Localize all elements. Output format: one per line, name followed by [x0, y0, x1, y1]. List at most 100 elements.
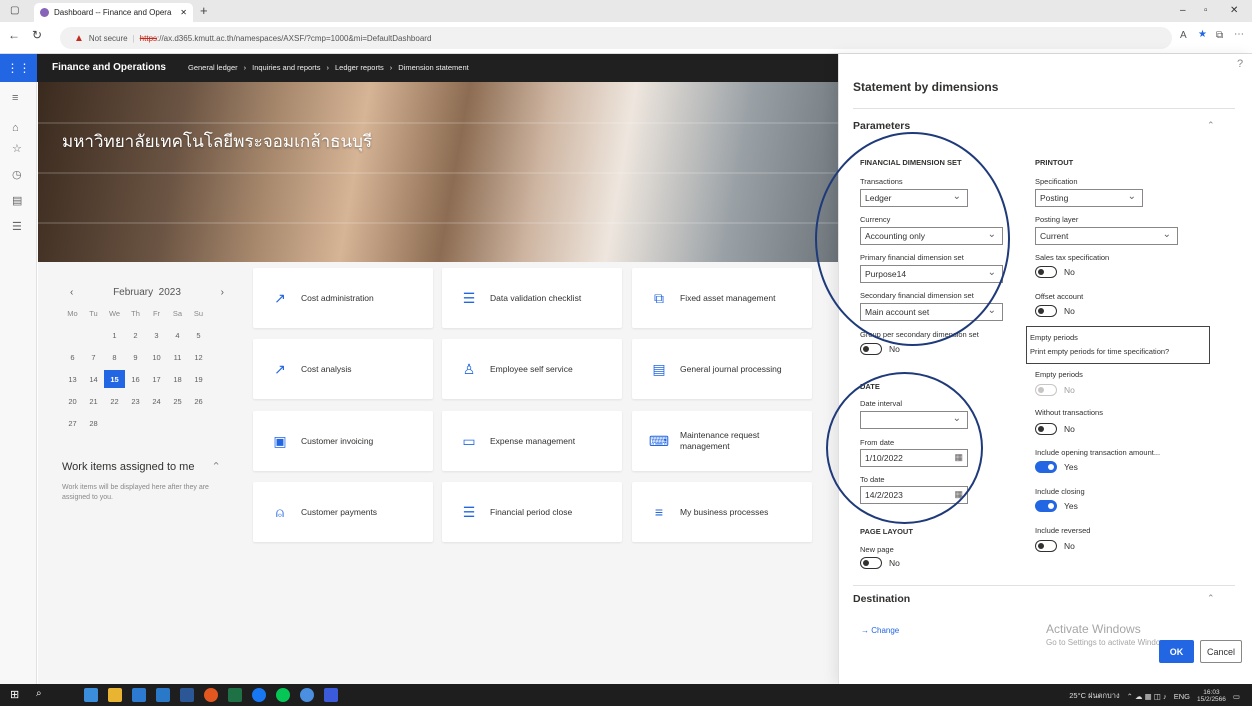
calendar-day[interactable]: 22 [104, 392, 125, 410]
read-aloud-icon[interactable]: A [1180, 30, 1187, 41]
calendar-day[interactable]: 25 [167, 392, 188, 410]
collections-icon[interactable]: ⧉ [1216, 30, 1223, 41]
tile[interactable]: ⍝ Customer payments [253, 482, 433, 542]
tile[interactable]: ☰ Financial period close [442, 482, 622, 542]
new-page-toggle[interactable]: No [860, 557, 900, 569]
mail-icon[interactable] [156, 688, 170, 702]
chevron-up-icon[interactable]: ⌃ [1207, 593, 1215, 604]
tile[interactable]: ≡ My business processes [632, 482, 812, 542]
calendar-day[interactable]: 26 [188, 392, 209, 410]
breadcrumb-item[interactable]: Dimension statement [398, 63, 468, 72]
from-date-input[interactable]: 1/10/2022 ▦ [860, 449, 968, 467]
transactions-select[interactable]: Ledger ⌄ [860, 189, 968, 207]
calendar-day[interactable]: 17 [146, 370, 167, 388]
tile[interactable]: ⧉ Fixed asset management [632, 268, 812, 328]
tray-icons[interactable]: ⌃ ☁ ▦ ◫ ♪ [1127, 692, 1167, 701]
sales-tax-toggle[interactable]: No [1035, 266, 1075, 278]
posting-layer-select[interactable]: Current ⌄ [1035, 227, 1178, 245]
calendar-day[interactable]: 4 [167, 326, 188, 344]
tab-actions-icon[interactable]: ▢ [10, 5, 19, 16]
breadcrumb-item[interactable]: General ledger [188, 63, 238, 72]
excel-icon[interactable] [228, 688, 242, 702]
opening-amount-toggle[interactable]: Yes [1035, 461, 1078, 473]
back-icon[interactable]: ← [8, 28, 20, 42]
modules-icon[interactable]: ☰ [12, 220, 22, 233]
favorite-star-icon[interactable]: ★ [1198, 29, 1207, 40]
ax-icon[interactable] [324, 688, 338, 702]
calendar-day[interactable]: 14 [83, 370, 104, 388]
url-field[interactable]: ▲ Not secure | https://ax.d365.kmutt.ac.… [60, 27, 1172, 49]
parameters-header[interactable]: Parameters [853, 120, 910, 132]
cancel-button[interactable]: Cancel [1200, 640, 1242, 663]
calendar-day[interactable]: 5 [188, 326, 209, 344]
favorites-icon[interactable]: ☆ [12, 142, 22, 155]
search-icon[interactable]: ⌕ [36, 688, 42, 699]
close-tab-icon[interactable]: ✕ [180, 8, 187, 17]
calendar-day[interactable]: 6 [62, 348, 83, 366]
calendar-day[interactable]: 15 [104, 370, 125, 388]
notifications-icon[interactable]: ▭ [1233, 692, 1240, 701]
calendar-day[interactable]: 8 [104, 348, 125, 366]
browser-tab[interactable]: Dashboard -- Finance and Opera ✕ [34, 3, 193, 22]
calendar-day[interactable]: 21 [83, 392, 104, 410]
chevron-up-icon[interactable]: ⌃ [1207, 120, 1215, 131]
edge-icon[interactable] [84, 688, 98, 702]
tile[interactable]: ▤ General journal processing [632, 339, 812, 399]
calendar-day[interactable]: 20 [62, 392, 83, 410]
calendar-day[interactable]: 12 [188, 348, 209, 366]
calendar-day[interactable]: 9 [125, 348, 146, 366]
restore-icon[interactable]: ▫ [1204, 5, 1208, 16]
tile[interactable]: ☰ Data validation checklist [442, 268, 622, 328]
tile[interactable]: ♙ Employee self service [442, 339, 622, 399]
word-icon[interactable] [180, 688, 194, 702]
recent-icon[interactable]: ◷ [12, 168, 22, 181]
offset-account-toggle[interactable]: No [1035, 305, 1075, 317]
waffle-icon[interactable]: ⋮⋮ [0, 54, 37, 82]
new-tab-icon[interactable]: + [200, 3, 208, 18]
date-interval-select[interactable]: ⌄ [860, 411, 968, 429]
more-icon[interactable]: ⋯ [1234, 29, 1244, 40]
next-month-icon[interactable]: › [221, 287, 224, 298]
tile[interactable]: ↗ Cost administration [253, 268, 433, 328]
calendar-day[interactable]: 7 [83, 348, 104, 366]
tile[interactable]: ⌨ Maintenance request management [632, 411, 812, 471]
empty-periods-toggle[interactable]: No [1035, 384, 1075, 396]
home-icon[interactable]: ⌂ [12, 122, 19, 134]
refresh-icon[interactable]: ↻ [32, 28, 42, 42]
calendar-day[interactable]: 3 [146, 326, 167, 344]
line-icon[interactable] [276, 688, 290, 702]
tile[interactable]: ▣ Customer invoicing [253, 411, 433, 471]
to-date-input[interactable]: 14/2/2023 ▦ [860, 486, 968, 504]
calendar-day[interactable]: 19 [188, 370, 209, 388]
change-link[interactable]: → Change [861, 626, 899, 635]
language[interactable]: ENG [1174, 692, 1190, 701]
start-icon[interactable]: ⊞ [10, 688, 19, 701]
calendar-day[interactable]: 28 [83, 414, 104, 432]
calendar-day[interactable]: 23 [125, 392, 146, 410]
ok-button[interactable]: OK [1159, 640, 1194, 663]
tile[interactable]: ↗ Cost analysis [253, 339, 433, 399]
calendar-day[interactable]: 13 [62, 370, 83, 388]
tile[interactable]: ▭ Expense management [442, 411, 622, 471]
calendar-day[interactable]: 18 [167, 370, 188, 388]
chevron-up-icon[interactable]: ⌃ [212, 461, 221, 473]
primary-dim-select[interactable]: Purpose14 ⌄ [860, 265, 1003, 283]
minimize-icon[interactable]: – [1180, 5, 1186, 16]
specification-select[interactable]: Posting ⌄ [1035, 189, 1143, 207]
workspaces-icon[interactable]: ▤ [12, 194, 22, 207]
chrome-icon[interactable] [204, 688, 218, 702]
calendar-day[interactable]: 11 [167, 348, 188, 366]
browser-icon[interactable] [300, 688, 314, 702]
calendar-day[interactable]: 24 [146, 392, 167, 410]
calendar-day[interactable]: 27 [62, 414, 83, 432]
calendar-day[interactable]: 2 [125, 326, 146, 344]
calendar-day[interactable]: 10 [146, 348, 167, 366]
calendar-app-icon[interactable] [132, 688, 146, 702]
breadcrumb-item[interactable]: Inquiries and reports [252, 63, 320, 72]
currency-select[interactable]: Accounting only ⌄ [860, 227, 1003, 245]
help-icon[interactable]: ? [1237, 58, 1243, 70]
facebook-icon[interactable] [252, 688, 266, 702]
breadcrumb-item[interactable]: Ledger reports [335, 63, 384, 72]
calendar-day[interactable]: 16 [125, 370, 146, 388]
destination-header[interactable]: Destination [853, 593, 910, 605]
